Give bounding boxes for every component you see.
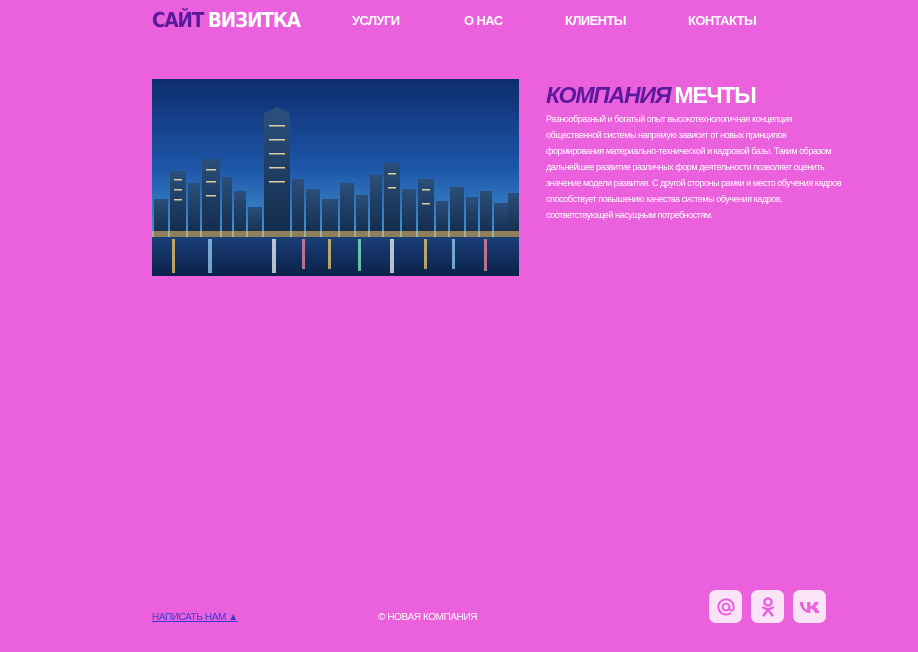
mail-icon [716,597,735,616]
nav-item-contacts[interactable]: КОНТАКТЫ [688,13,757,28]
company-description: Разнообразный и богатый опыт высокотехно… [546,114,842,220]
odnoklassniki-social-button[interactable] [751,590,784,623]
mail-social-button[interactable] [709,590,742,623]
nav-item-clients[interactable]: КЛИЕНТЫ [565,13,627,28]
write-to-us-link[interactable]: НАПИСАТЬ НАМ ▲ [152,612,238,623]
vk-icon [799,601,820,613]
heading-part-2: МЕЧТЫ [674,82,756,108]
heading-part-1: КОМПАНИЯ [546,82,672,108]
company-heading: КОМПАНИЯ МЕЧТЫ [546,82,757,109]
logo-part-2: ВИЗИТКА [207,8,301,32]
logo-part-1: САЙТ [152,8,204,32]
site-logo[interactable]: САЙТ ВИЗИТКА [152,8,301,32]
nav-item-services[interactable]: УСЛУГИ [352,13,400,28]
vk-social-button[interactable] [793,590,826,623]
copyright-text: © НОВАЯ КОМПАНИЯ [378,612,478,623]
city-skyline-image [152,79,519,276]
odnoklassniki-icon [761,596,774,617]
nav-item-about[interactable]: О НАС [464,13,503,28]
